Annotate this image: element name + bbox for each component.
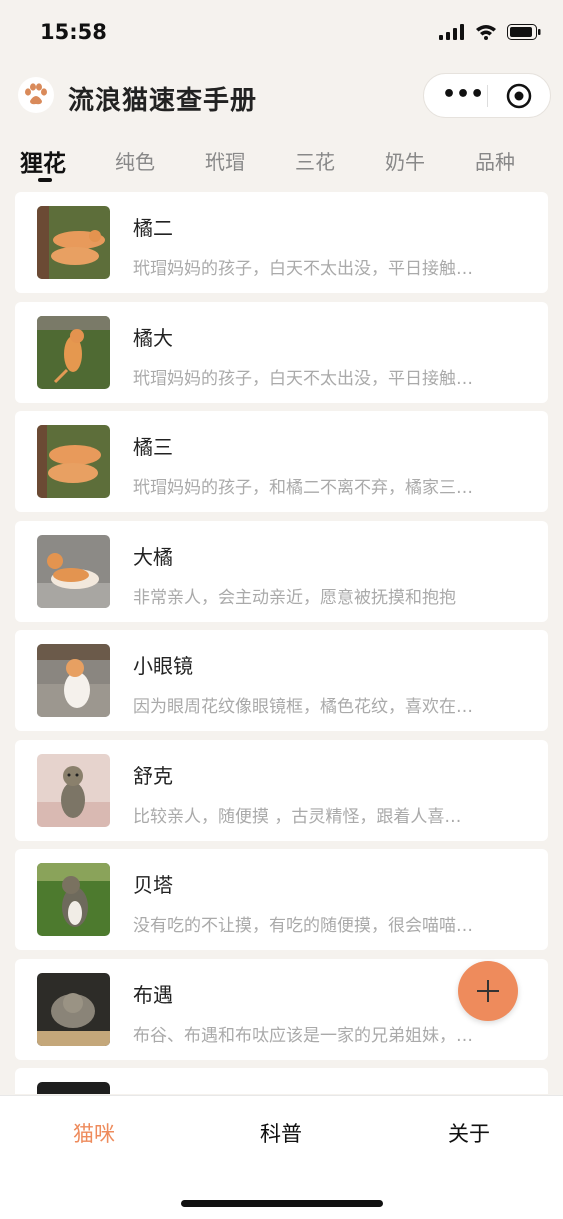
status-bar: 15:58 <box>0 0 563 66</box>
tab-calico[interactable]: 三花 <box>295 146 335 175</box>
cat-name: 大橘 <box>133 545 173 569</box>
cat-name: 舒克 <box>133 764 173 788</box>
tab-cow[interactable]: 奶牛 <box>385 146 425 175</box>
tab-solid[interactable]: 纯色 <box>115 146 155 175</box>
cat-card[interactable]: 贝塔 没有吃的不让摸，有吃的随便摸，很会喵喵… <box>15 849 548 950</box>
cat-card[interactable]: 小眼镜 因为眼周花纹像眼镜框，橘色花纹，喜欢在… <box>15 630 548 731</box>
cat-card[interactable]: 橘大 玳瑁妈妈的孩子，白天不太出没，平日接触… <box>15 302 548 403</box>
cat-description: 玳瑁妈妈的孩子，和橘二不离不弃，橘家三… <box>133 478 473 498</box>
home-indicator <box>181 1200 383 1207</box>
tabbar-cats[interactable]: 猫咪 <box>34 1118 154 1148</box>
cat-name: 布遇 <box>133 983 173 1007</box>
more-dots-icon[interactable]: ••• <box>442 81 484 109</box>
cat-photo <box>37 644 110 717</box>
status-icons <box>439 24 541 40</box>
cat-photo <box>37 206 110 279</box>
cat-name: 贝塔 <box>133 873 173 897</box>
tab-tabby[interactable]: 狸花 <box>20 144 66 178</box>
add-cat-button[interactable] <box>458 961 518 1021</box>
cat-photo <box>37 425 110 498</box>
battery-icon <box>507 24 541 40</box>
cat-description: 布谷、布遇和布呔应该是一家的兄弟姐妹，… <box>133 1026 473 1046</box>
cat-photo <box>37 316 110 389</box>
target-circle-icon[interactable] <box>506 83 532 109</box>
paw-logo-icon <box>18 77 54 113</box>
cat-name: 布呔 <box>133 1088 173 1094</box>
capsule-divider <box>487 85 488 107</box>
cat-name: 橘三 <box>133 435 173 459</box>
cat-description: 没有吃的不让摸，有吃的随便摸，很会喵喵… <box>133 916 473 936</box>
cat-card[interactable]: 大橘 非常亲人，会主动亲近，愿意被抚摸和抱抱 <box>15 521 548 622</box>
cat-card[interactable]: 橘三 玳瑁妈妈的孩子，和橘二不离不弃，橘家三… <box>15 411 548 512</box>
bottom-tab-bar: 猫咪 科普 关于 <box>0 1095 563 1219</box>
cat-name: 橘二 <box>133 216 173 240</box>
cat-description: 非常亲人，会主动亲近，愿意被抚摸和抱抱 <box>133 588 456 608</box>
signal-icon <box>439 24 464 40</box>
cat-card[interactable]: 布呔 <box>15 1068 548 1094</box>
cat-photo <box>37 1082 110 1094</box>
cat-list: 橘二 玳瑁妈妈的孩子，白天不太出没，平日接触… 橘大 玳瑁妈妈的孩子，白天不太出… <box>15 192 548 1094</box>
cat-card[interactable]: 舒克 比较亲人，随便摸 ，古灵精怪，跟着人喜… <box>15 740 548 841</box>
page-title: 流浪猫速查手册 <box>68 86 258 116</box>
tab-breed[interactable]: 品种 <box>475 146 515 175</box>
cat-description: 玳瑁妈妈的孩子，白天不太出没，平日接触… <box>133 259 473 279</box>
mini-program-capsule: ••• <box>423 73 551 118</box>
cat-photo <box>37 754 110 827</box>
cat-description: 比较亲人，随便摸 ，古灵精怪，跟着人喜… <box>133 807 462 827</box>
cat-photo <box>37 863 110 936</box>
app-header: 流浪猫速查手册 ••• <box>0 66 563 126</box>
cat-description: 玳瑁妈妈的孩子，白天不太出没，平日接触… <box>133 369 473 389</box>
cat-photo <box>37 973 110 1046</box>
active-tab-indicator <box>38 178 52 182</box>
cat-description: 因为眼周花纹像眼镜框，橘色花纹，喜欢在… <box>133 697 473 717</box>
cat-card[interactable]: 橘二 玳瑁妈妈的孩子，白天不太出没，平日接触… <box>15 192 548 293</box>
wifi-icon <box>476 25 496 40</box>
cat-name: 橘大 <box>133 326 173 350</box>
cat-name: 小眼镜 <box>133 654 193 678</box>
tabbar-science[interactable]: 科普 <box>221 1118 341 1148</box>
cat-photo <box>37 535 110 608</box>
category-tabs: 狸花 纯色 玳瑁 三花 奶牛 品种 <box>0 140 563 188</box>
status-time: 15:58 <box>40 20 107 44</box>
tab-tortoiseshell[interactable]: 玳瑁 <box>205 146 245 175</box>
tabbar-about[interactable]: 关于 <box>409 1118 529 1148</box>
